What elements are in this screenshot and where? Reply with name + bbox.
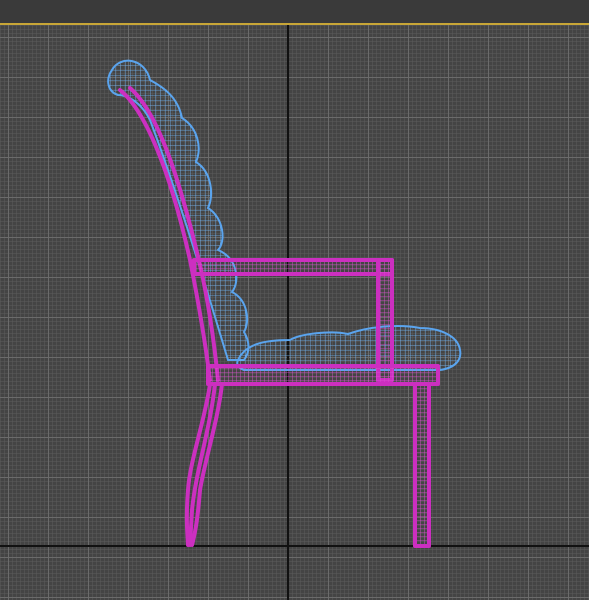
chair-frame[interactable] — [118, 86, 440, 548]
chair-wireframe-model[interactable] — [0, 0, 589, 600]
seat-cushion[interactable] — [236, 325, 462, 371]
left-viewport[interactable] — [0, 0, 589, 600]
